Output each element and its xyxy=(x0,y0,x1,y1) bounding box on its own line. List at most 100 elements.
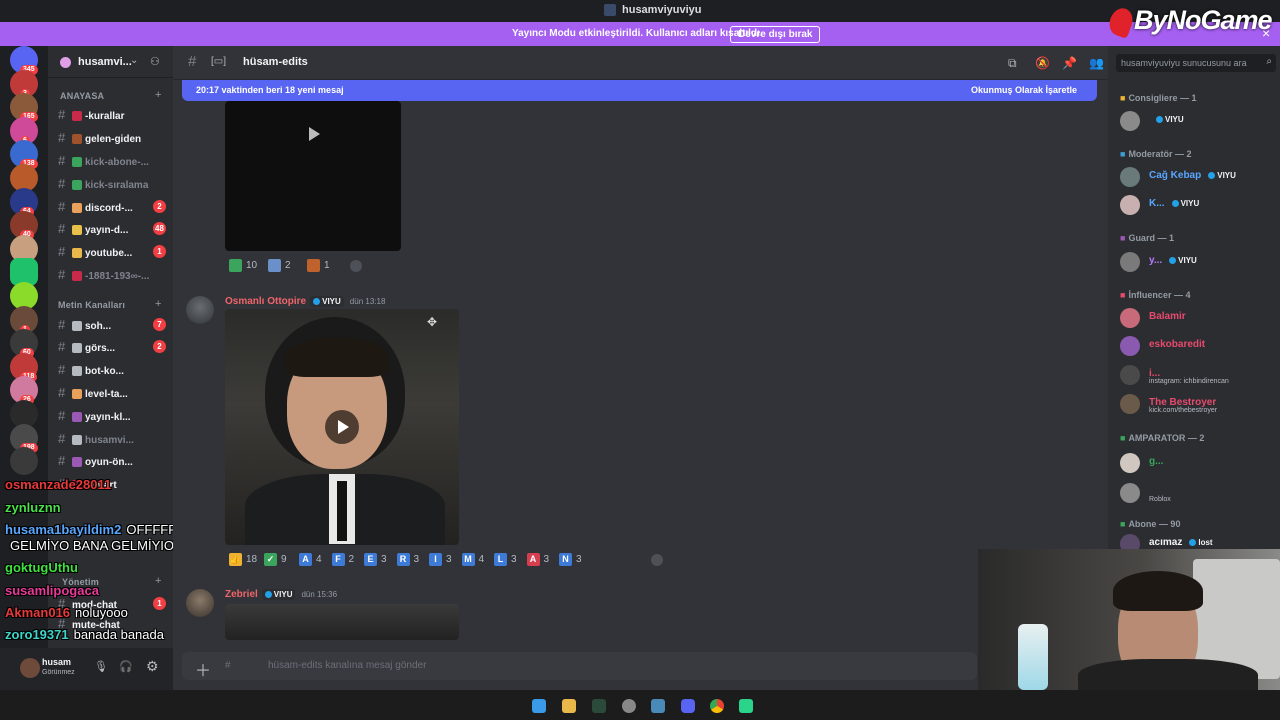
group-title: İnfluencer — 4 xyxy=(1128,290,1191,300)
reaction-button[interactable]: M4 xyxy=(461,552,484,568)
member-name-text: Cağ Kebap xyxy=(1149,170,1202,182)
video-attachment[interactable] xyxy=(225,101,401,251)
avatar xyxy=(1120,308,1140,328)
reaction-count: 1 xyxy=(324,260,330,271)
member-list-icon[interactable]: 👥 xyxy=(1089,56,1104,70)
member-item[interactable]: Cağ Kebap VIYU xyxy=(1120,165,1275,189)
file-explorer-icon[interactable] xyxy=(562,699,576,713)
reaction-button[interactable]: L3 xyxy=(494,552,517,568)
add-channel-icon[interactable]: + xyxy=(155,89,161,101)
add-member-icon[interactable]: ⚇ xyxy=(150,55,160,68)
channel-item[interactable]: # -kurallar xyxy=(58,105,124,125)
reaction-button[interactable]: A4 xyxy=(299,552,322,568)
discord-icon[interactable] xyxy=(681,699,695,713)
start-icon[interactable] xyxy=(532,699,546,713)
reaction-button[interactable]: 👍 18 xyxy=(229,552,257,568)
server-icon[interactable] xyxy=(10,447,38,476)
reaction-button[interactable]: A3 xyxy=(526,552,550,568)
chrome-icon[interactable] xyxy=(710,699,724,713)
reaction-button[interactable]: 10 xyxy=(229,258,257,274)
reaction-button[interactable]: N3 xyxy=(559,552,582,568)
channel-name: oyun-ön... xyxy=(85,457,133,468)
channel-name: kick-abone-... xyxy=(85,157,149,168)
category-header[interactable]: Metin Kanalları xyxy=(58,300,125,310)
member-item[interactable]: VIYU xyxy=(1120,109,1275,133)
avatar[interactable] xyxy=(186,589,214,617)
channel-item[interactable]: # husamvi... xyxy=(58,429,134,449)
member-item[interactable]: The Bestroyer kick.com/thebestroyer xyxy=(1120,392,1275,416)
channel-item[interactable]: # soh... xyxy=(58,315,111,335)
app-icon[interactable] xyxy=(739,699,753,713)
disable-streamer-mode-button[interactable]: Devre dışı bırak xyxy=(730,26,821,43)
channel-name: level-ta... xyxy=(85,389,128,400)
reaction-count: 3 xyxy=(576,554,582,565)
member-name: Cağ Kebap VIYU xyxy=(1149,170,1239,181)
add-attachment-icon[interactable]: ＋ xyxy=(195,657,211,681)
category-header[interactable]: ANAYASA xyxy=(60,91,104,101)
channel-item[interactable]: # yayın-d... xyxy=(58,219,128,239)
reaction-button[interactable]: ✓ 9 xyxy=(264,552,287,568)
author-name[interactable]: Osmanlı Ottopire xyxy=(225,296,306,307)
reaction-button[interactable]: 1 xyxy=(307,258,330,274)
reaction-count: 3 xyxy=(543,554,550,565)
add-channel-icon[interactable]: + xyxy=(155,575,161,587)
channel-item[interactable]: # kick-abone-... xyxy=(58,151,149,171)
member-item[interactable]: i... instagram: ichbindirencan xyxy=(1120,363,1275,387)
channel-item[interactable]: # youtube... xyxy=(58,242,132,262)
add-channel-icon[interactable]: + xyxy=(155,298,161,310)
channel-item[interactable]: # discord-... xyxy=(58,197,133,217)
settings-icon[interactable] xyxy=(622,699,636,713)
pin-icon[interactable]: 📌 xyxy=(1062,56,1077,70)
member-item[interactable]: K... VIYU xyxy=(1120,193,1275,217)
headphones-icon[interactable]: 🎧 xyxy=(119,660,133,673)
mark-as-read-button[interactable]: Okunmuş Olarak İşaretle xyxy=(971,85,1077,95)
reaction-button[interactable]: F2 xyxy=(331,552,354,568)
reaction-button[interactable]: 2 xyxy=(268,258,291,274)
reaction-emoji-icon: I xyxy=(429,552,442,566)
play-icon[interactable] xyxy=(309,127,320,141)
channel-item[interactable]: # görs... xyxy=(58,337,115,357)
group-title: Guard — 1 xyxy=(1128,233,1174,243)
channel-item[interactable]: # kick-sıralama xyxy=(58,174,148,194)
video-attachment[interactable] xyxy=(225,604,459,640)
server-header[interactable]: husamvi... ⌄ ⚇ xyxy=(48,46,173,78)
chat-username: husama1bayildim2 xyxy=(5,522,122,537)
member-item[interactable]: y... VIYU xyxy=(1120,250,1275,274)
channel-item[interactable]: # oyun-ön... xyxy=(58,451,133,471)
terminal-icon[interactable] xyxy=(592,699,606,713)
channel-item[interactable]: # gelen-giden xyxy=(58,128,141,148)
reaction-button[interactable]: R3 xyxy=(396,552,419,568)
member-item[interactable]: eskobaredit xyxy=(1120,334,1275,358)
steam-icon[interactable] xyxy=(651,699,665,713)
member-item[interactable]: Roblox xyxy=(1120,481,1275,505)
add-reaction-icon[interactable] xyxy=(350,260,362,272)
channel-item[interactable]: # -1881-193∞-... xyxy=(58,265,149,285)
channel-item[interactable]: # level-ta... xyxy=(58,383,128,403)
member-item[interactable]: g... xyxy=(1120,451,1275,475)
threads-icon[interactable]: ⧉ xyxy=(1008,56,1022,70)
reaction-button[interactable]: E3 xyxy=(364,552,387,568)
gear-icon[interactable]: ⚙ xyxy=(146,658,159,675)
channel-item[interactable]: # bot-ko... xyxy=(58,360,124,380)
role-tag: VIYU xyxy=(1168,198,1203,209)
role-icon: ■ xyxy=(1120,93,1126,103)
member-item[interactable]: Balamir xyxy=(1120,306,1275,330)
video-attachment[interactable]: ✥ xyxy=(225,309,459,545)
avatar[interactable] xyxy=(20,658,40,678)
author-name[interactable]: Zebriel xyxy=(225,589,258,600)
message-composer[interactable]: ＋ # hüsam-edits kanalına mesaj gönder xyxy=(182,652,977,680)
notification-bell-icon[interactable]: 🔕 xyxy=(1035,56,1050,70)
new-messages-bar[interactable]: 20:17 vaktinden beri 18 yeni mesaj Okunm… xyxy=(182,80,1097,101)
add-reaction-icon[interactable] xyxy=(651,554,663,566)
message-author[interactable]: Zebriel VIYU dün 15:36 xyxy=(225,589,337,600)
member-group-header: ■ Moderatör — 2 xyxy=(1120,149,1191,159)
reaction-button[interactable]: I3 xyxy=(429,552,452,568)
play-icon[interactable] xyxy=(325,410,359,444)
search-input[interactable]: husamviyuviyu sunucusunu ara ⌕ xyxy=(1116,54,1276,72)
move-icon: ✥ xyxy=(427,315,438,329)
channel-item[interactable]: # yayın-kl... xyxy=(58,406,131,426)
message-author[interactable]: Osmanlı Ottopire VIYU dün 13:18 xyxy=(225,296,385,307)
avatar[interactable] xyxy=(186,296,214,324)
microphone-icon[interactable]: 🎙 xyxy=(94,660,108,673)
flag-emoji-icon xyxy=(268,258,281,272)
